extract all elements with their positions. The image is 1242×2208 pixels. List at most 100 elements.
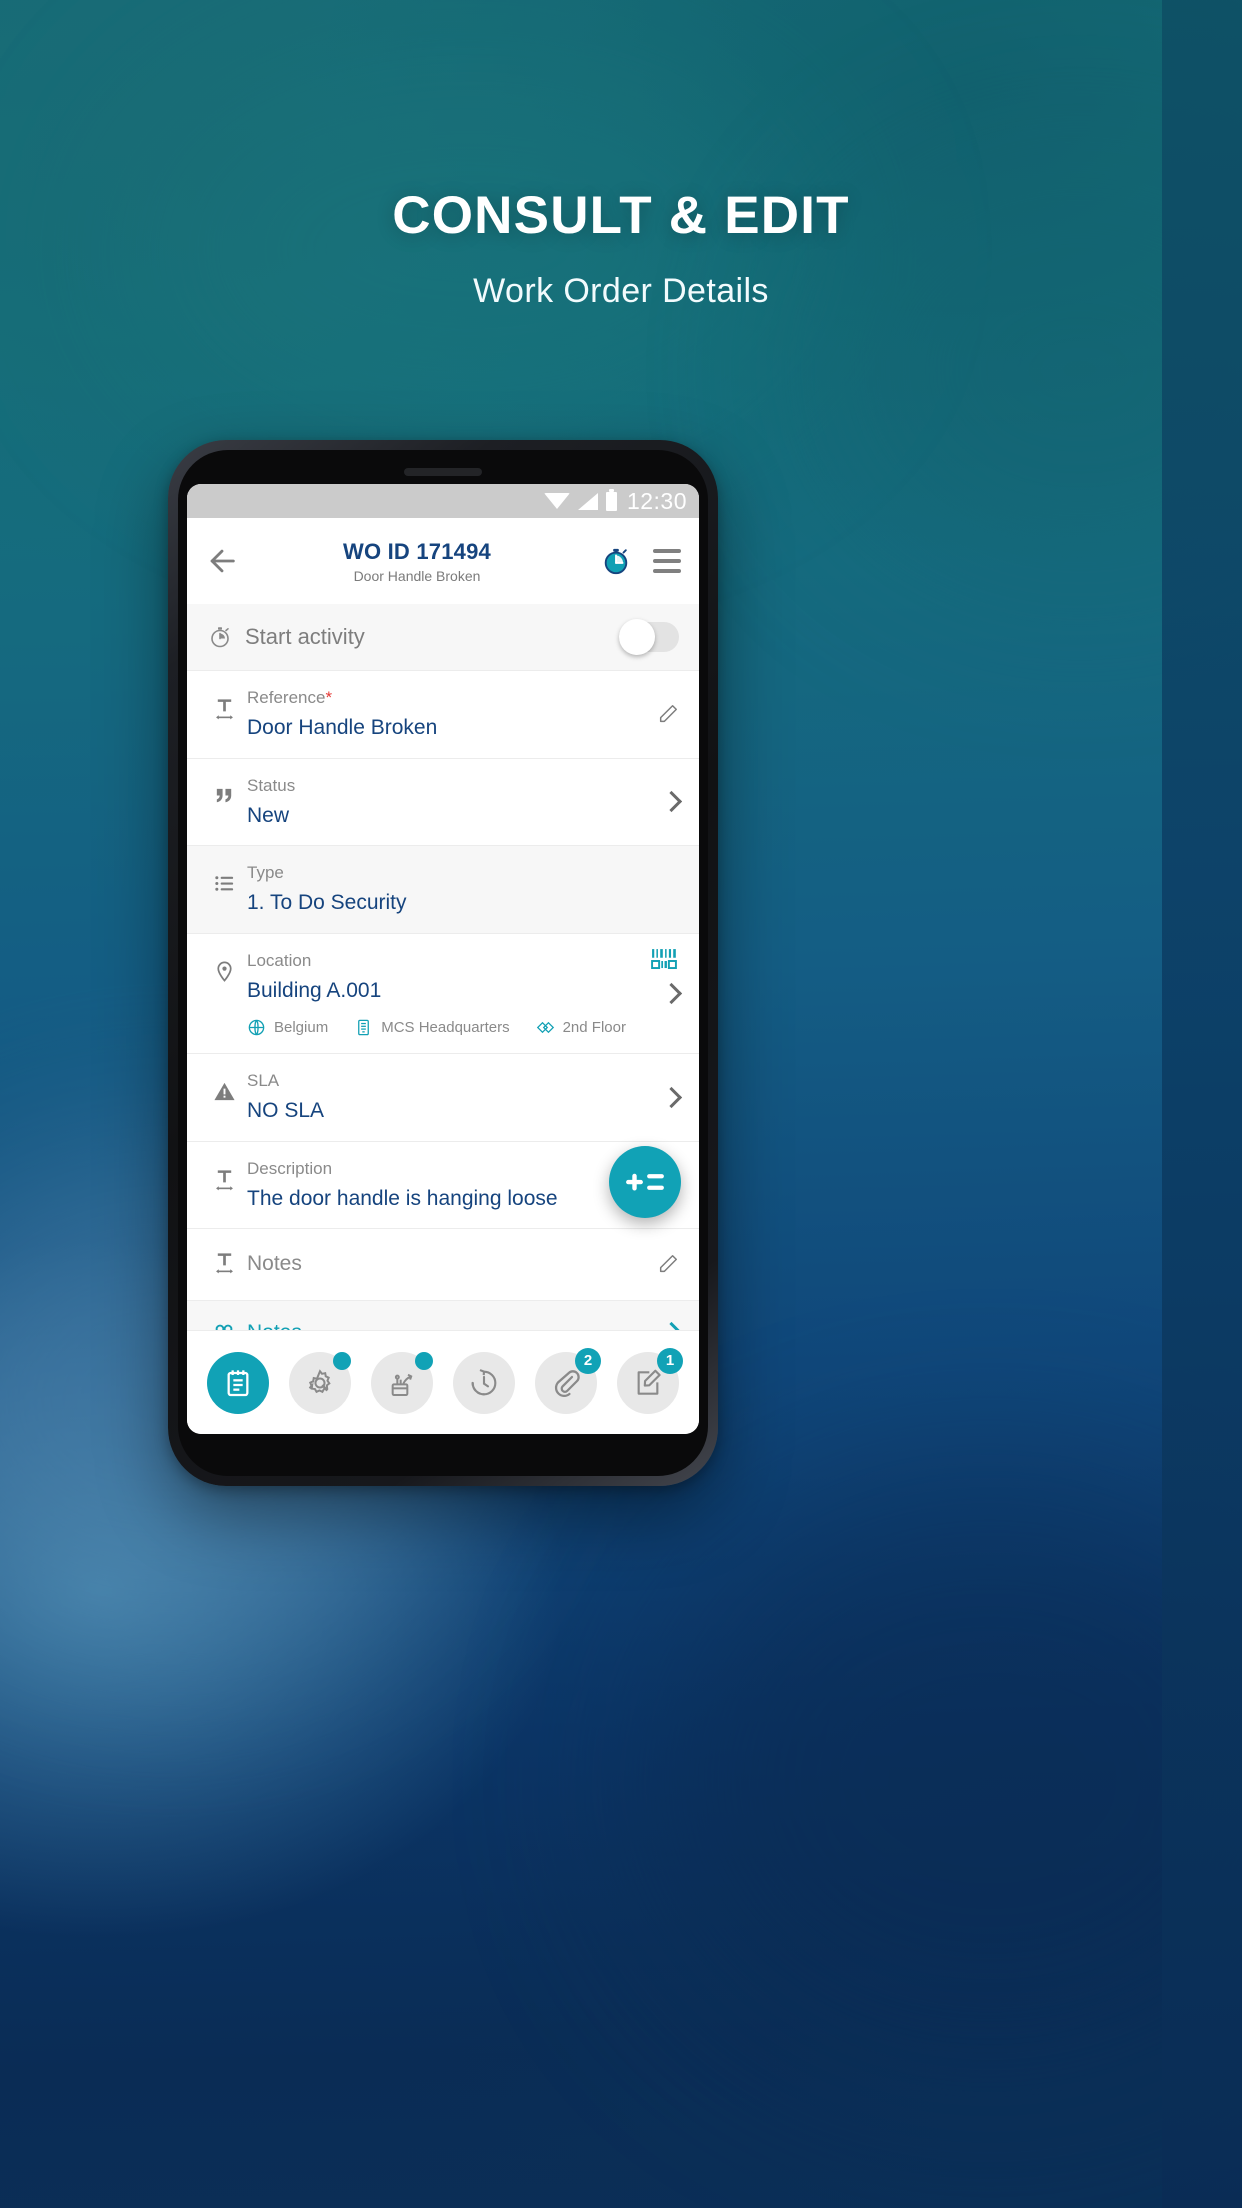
field-value-type: 1. To Do Security — [247, 891, 407, 915]
wifi-icon — [543, 493, 570, 509]
phone-screen: 12:30 WO ID 171494 Door Handle Broken St… — [187, 484, 699, 1434]
link-label-notes: Notes — [247, 1321, 639, 1330]
field-body-notes: Notes — [247, 1251, 639, 1277]
field-body-sla: SLA NO SLA — [247, 1070, 639, 1125]
field-label-description: Description — [247, 1158, 333, 1178]
phone-bezel: 12:30 WO ID 171494 Door Handle Broken St… — [178, 450, 708, 1476]
barcode-scan-icon[interactable] — [649, 948, 679, 974]
nav-item-signature[interactable]: 1 — [617, 1347, 683, 1414]
required-asterisk: * — [325, 688, 333, 707]
stopwatch-outline-icon — [201, 625, 239, 649]
start-activity-row[interactable]: Start activity — [187, 604, 699, 671]
status-bar: 12:30 — [187, 484, 699, 518]
sign-document-icon — [637, 1369, 661, 1395]
nav-item-attachments[interactable]: 2 — [535, 1347, 601, 1414]
field-body-description: Description The door handle is hanging l… — [247, 1158, 639, 1213]
map-pin-icon — [201, 950, 247, 983]
page-subtitle: Door Handle Broken — [353, 567, 481, 584]
nav-badge-attachments: 2 — [575, 1347, 601, 1374]
location-chip-site-label: MCS Headquarters — [381, 1019, 510, 1037]
add-to-list-icon — [626, 1173, 664, 1191]
stopwatch-icon[interactable] — [601, 546, 631, 576]
open-status-button[interactable] — [639, 791, 683, 813]
link-row-notes[interactable]: Notes — [187, 1300, 699, 1330]
bottom-navigation-bar: 2 1 — [187, 1330, 699, 1434]
gear-wrench-icon — [308, 1368, 331, 1393]
promo-header: CONSULT & EDIT Work Order Details — [0, 185, 1242, 311]
field-value-sla: NO SLA — [247, 1099, 325, 1123]
nav-item-toolbox[interactable] — [371, 1351, 433, 1414]
field-label-type: Type — [247, 863, 284, 883]
chevron-right-icon — [660, 1086, 683, 1109]
background-right-edge — [1162, 0, 1242, 2208]
promo-subheadline: Work Order Details — [473, 272, 769, 310]
toolbox-icon — [391, 1373, 413, 1396]
promo-headline: CONSULT & EDIT — [392, 186, 850, 245]
globe-icon — [248, 1019, 265, 1036]
nav-item-settings[interactable] — [289, 1351, 351, 1414]
field-value-location: Building A.001 — [247, 978, 382, 1002]
field-body-status: Status New — [247, 775, 639, 830]
building-icon — [358, 1019, 370, 1036]
signal-icon — [577, 492, 598, 510]
chevron-right-icon — [660, 982, 683, 1005]
field-row-status[interactable]: Status New — [187, 758, 699, 847]
phone-earpiece-speaker — [404, 468, 482, 476]
warning-triangle-icon — [201, 1070, 247, 1103]
field-value-description: The door handle is hanging loose — [247, 1186, 558, 1210]
status-bar-time: 12:30 — [626, 487, 687, 514]
nav-badge-signature: 1 — [657, 1347, 683, 1374]
text-field-icon — [201, 1251, 247, 1274]
field-label-sla: SLA — [247, 1071, 280, 1091]
notes-group-icon — [201, 1321, 247, 1330]
open-sla-button[interactable] — [639, 1086, 683, 1109]
notepad-icon — [227, 1369, 249, 1396]
field-label-notes: Notes — [247, 1252, 302, 1276]
nav-badge-dot — [415, 1351, 433, 1370]
open-notes-button[interactable] — [639, 1321, 683, 1330]
location-chip-floor-label: 2nd Floor — [562, 1019, 626, 1037]
app-bar-actions — [601, 546, 681, 576]
field-value-reference: Door Handle Broken — [247, 716, 438, 740]
battery-icon — [605, 488, 617, 511]
edit-reference-button[interactable] — [639, 703, 679, 725]
toggle-knob — [619, 619, 655, 655]
back-arrow-icon[interactable] — [205, 544, 239, 578]
field-label-location: Location — [247, 950, 312, 970]
pencil-icon — [659, 1255, 677, 1273]
location-chip-site[interactable]: MCS Headquarters — [354, 1018, 510, 1037]
location-chip-floor[interactable]: 2nd Floor — [536, 1018, 626, 1037]
location-chip-country-label: Belgium — [274, 1019, 329, 1037]
field-body-reference: Reference* Door Handle Broken — [247, 687, 639, 742]
field-row-notes[interactable]: Notes — [187, 1229, 699, 1301]
add-to-list-fab[interactable] — [609, 1146, 681, 1218]
list-icon — [201, 862, 247, 895]
field-row-sla[interactable]: SLA NO SLA — [187, 1054, 699, 1142]
field-label-status: Status — [247, 775, 296, 795]
field-body-type: Type 1. To Do Security — [247, 862, 639, 917]
start-activity-label: Start activity — [245, 624, 365, 649]
open-location-button[interactable] — [639, 982, 683, 1005]
text-field-icon — [201, 1158, 247, 1191]
field-body-location: Location Building A.001 Belgium MCS Head… — [247, 950, 639, 1038]
app-bar-title-group: WO ID 171494 Door Handle Broken — [239, 539, 601, 584]
nav-item-notepad[interactable] — [207, 1351, 269, 1414]
edit-notes-button[interactable] — [639, 1253, 679, 1275]
clock-history-icon — [471, 1368, 497, 1395]
field-value-status: New — [247, 803, 290, 827]
field-row-type[interactable]: Type 1. To Do Security — [187, 846, 699, 934]
field-row-location[interactable]: Location Building A.001 Belgium MCS Head… — [187, 933, 699, 1055]
start-activity-toggle[interactable] — [619, 619, 679, 655]
field-row-reference[interactable]: Reference* Door Handle Broken — [187, 671, 699, 759]
hamburger-menu-icon[interactable] — [653, 549, 681, 573]
text-field-icon — [201, 687, 247, 720]
quote-icon — [201, 775, 247, 808]
work-order-form: Start activity Reference* Door Handle Br… — [187, 604, 699, 1330]
nav-badge-dot — [333, 1351, 351, 1370]
location-chip-country[interactable]: Belgium — [247, 1018, 328, 1037]
paperclip-icon — [554, 1369, 580, 1397]
pencil-icon — [659, 705, 677, 723]
chevron-right-icon — [660, 791, 683, 813]
chevron-right-icon — [660, 1321, 683, 1330]
nav-item-history[interactable] — [453, 1351, 515, 1414]
